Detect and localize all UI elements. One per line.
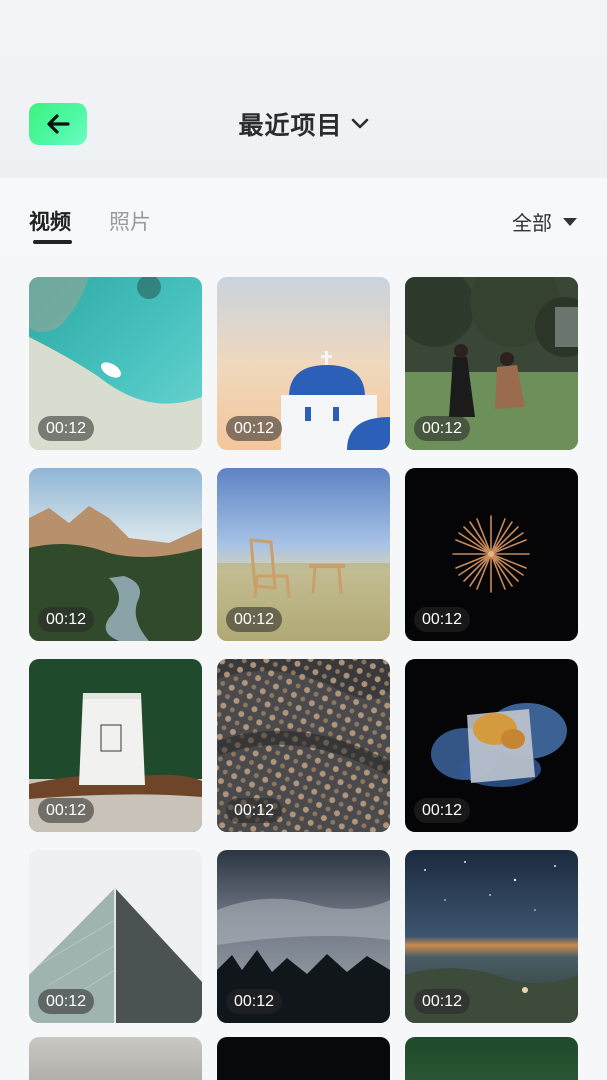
- video-tile[interactable]: 00:12: [405, 277, 578, 450]
- video-tile[interactable]: 00:12: [29, 850, 202, 1023]
- caret-down-icon: [563, 217, 577, 226]
- video-duration: 00:12: [38, 989, 95, 1014]
- video-tile[interactable]: 00:12: [405, 468, 578, 641]
- video-tile[interactable]: 00:12: [29, 659, 202, 832]
- video-tile-partial[interactable]: [29, 1037, 202, 1080]
- video-duration: 00:12: [414, 798, 471, 823]
- video-tile-partial[interactable]: [405, 1037, 578, 1080]
- video-duration: 00:12: [226, 989, 283, 1014]
- active-tab-indicator: [33, 240, 72, 244]
- video-tile[interactable]: 00:12: [217, 659, 390, 832]
- tab-photos[interactable]: 照片: [109, 206, 151, 236]
- video-duration: 00:12: [414, 989, 471, 1014]
- video-tile[interactable]: 00:12: [405, 659, 578, 832]
- video-duration: 00:12: [414, 607, 471, 632]
- filter-dropdown[interactable]: 全部: [512, 207, 578, 236]
- video-duration: 00:12: [226, 416, 283, 441]
- chevron-down-icon: [351, 118, 368, 129]
- video-tile[interactable]: 00:12: [217, 277, 390, 450]
- video-duration: 00:12: [414, 416, 471, 441]
- video-duration: 00:12: [38, 607, 95, 632]
- media-grid: 00:12 00:12 00:12 00:12 00:12 00:12 00:1…: [29, 277, 578, 1023]
- video-tile[interactable]: 00:12: [217, 468, 390, 641]
- video-tile-partial[interactable]: [217, 1037, 390, 1080]
- video-duration: 00:12: [226, 798, 283, 823]
- page-title: 最近项目: [238, 111, 343, 140]
- top-header: 最近项目: [0, 0, 607, 178]
- video-duration: 00:12: [38, 416, 95, 441]
- video-duration: 00:12: [38, 798, 95, 823]
- video-tile[interactable]: 00:12: [405, 850, 578, 1023]
- video-tile[interactable]: 00:12: [29, 277, 202, 450]
- video-tile[interactable]: 00:12: [29, 468, 202, 641]
- video-duration: 00:12: [226, 607, 283, 632]
- tab-videos[interactable]: 视频: [29, 206, 71, 236]
- next-row-preview: [29, 1037, 578, 1080]
- filter-label: 全部: [512, 211, 552, 235]
- album-selector[interactable]: 最近项目: [0, 106, 607, 142]
- video-tile[interactable]: 00:12: [217, 850, 390, 1023]
